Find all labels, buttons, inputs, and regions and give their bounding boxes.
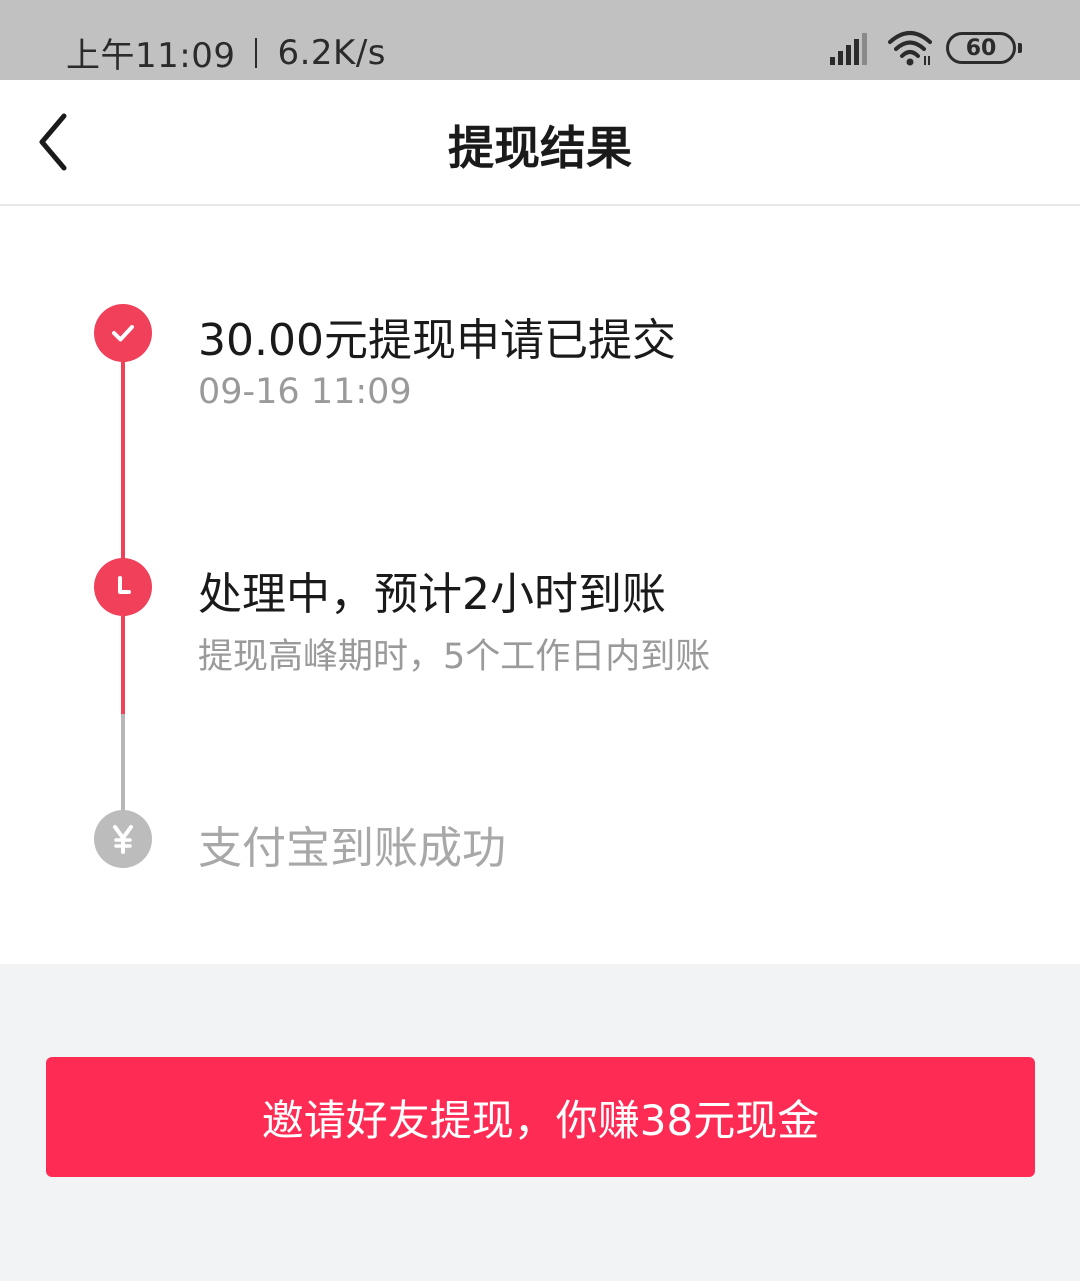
- timeline-connector-done: [121, 360, 125, 560]
- status-separator: [255, 37, 258, 68]
- battery-level: 60: [965, 35, 997, 61]
- yen-icon: [113, 825, 133, 854]
- step-note-processing: 提现高峰期时，5个工作日内到账: [198, 637, 711, 677]
- status-left: 上午11:09 6.2K/s: [66, 28, 386, 77]
- header-bar: 提现结果: [0, 80, 1080, 206]
- network-speed: 6.2K/s: [277, 32, 387, 73]
- timeline-connector-pending: [121, 714, 125, 814]
- status-right: 60: [830, 30, 1022, 66]
- timeline-card: 30.00元提现申请已提交 09-16 11:09 处理中，预计2小时到账 提现…: [0, 206, 1080, 964]
- wifi-icon: [888, 31, 932, 66]
- step-title-success: 支付宝到账成功: [198, 823, 506, 874]
- step-title-submitted: 30.00元提现申请已提交: [198, 315, 676, 366]
- signal-icon: [830, 33, 867, 65]
- check-icon: [112, 325, 134, 342]
- clock-icon: [118, 576, 131, 594]
- timeline-connector-active: [121, 616, 125, 716]
- step-active-node: [94, 558, 152, 616]
- step-pending-node: [94, 810, 152, 868]
- page-title: 提现结果: [448, 121, 632, 175]
- status-time: 上午11:09: [66, 36, 236, 76]
- step-title-processing: 处理中，预计2小时到账: [198, 569, 666, 620]
- step-time-submitted: 09-16 11:09: [198, 372, 412, 412]
- invite-friends-button[interactable]: 邀请好友提现，你赚38元现金: [46, 1057, 1035, 1177]
- step-done-node: [94, 304, 152, 362]
- status-bar: 上午11:09 6.2K/s 60: [0, 0, 1080, 80]
- battery-icon: 60: [946, 32, 1022, 64]
